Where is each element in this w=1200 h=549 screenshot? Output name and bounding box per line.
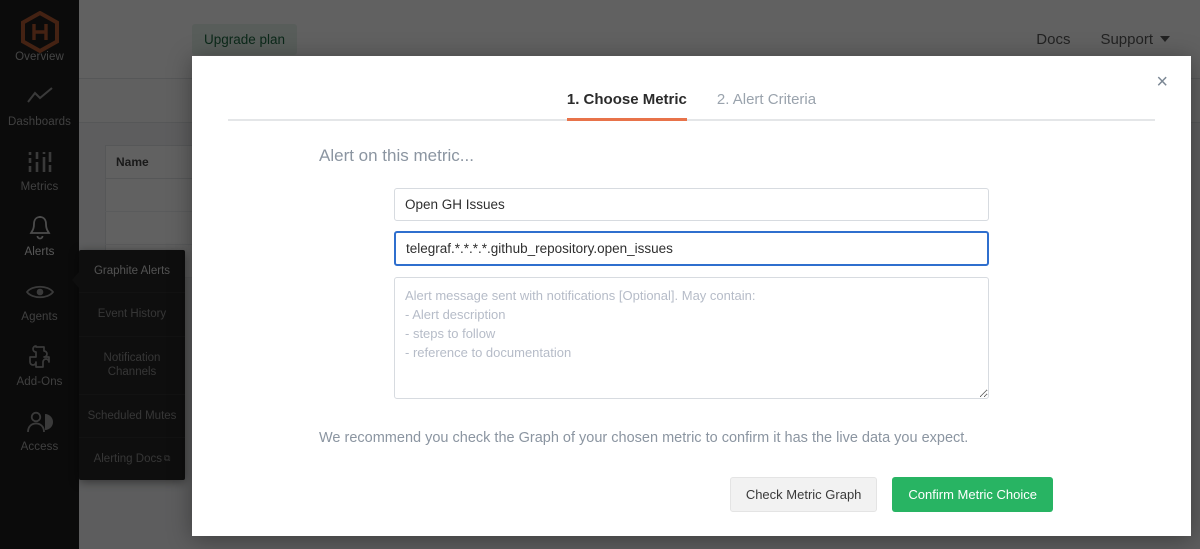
tab-choose-metric[interactable]: 1. Choose Metric bbox=[566, 91, 687, 121]
choose-metric-modal: × 1. Choose Metric 2. Alert Criteria Ale… bbox=[192, 56, 1191, 536]
modal-body: Alert on this metric... We recommend you… bbox=[192, 121, 1191, 512]
confirm-metric-choice-button[interactable]: Confirm Metric Choice bbox=[892, 477, 1053, 512]
alert-message-textarea[interactable] bbox=[394, 277, 989, 399]
section-title: Alert on this metric... bbox=[319, 146, 474, 165]
metric-path-input[interactable] bbox=[394, 231, 989, 266]
recommendation-text: We recommend you check the Graph of your… bbox=[319, 430, 969, 446]
close-icon[interactable]: × bbox=[1156, 72, 1168, 92]
form-fields bbox=[394, 188, 989, 399]
modal-tab-bar: 1. Choose Metric 2. Alert Criteria bbox=[228, 56, 1155, 121]
check-metric-graph-button[interactable]: Check Metric Graph bbox=[729, 477, 878, 512]
tab-alert-criteria[interactable]: 2. Alert Criteria bbox=[717, 91, 816, 121]
alert-name-input[interactable] bbox=[394, 188, 989, 221]
app-root: Upgrade plan Docs Support Name Metric St… bbox=[0, 0, 1200, 549]
modal-actions: Check Metric Graph Confirm Metric Choice bbox=[192, 446, 1191, 512]
